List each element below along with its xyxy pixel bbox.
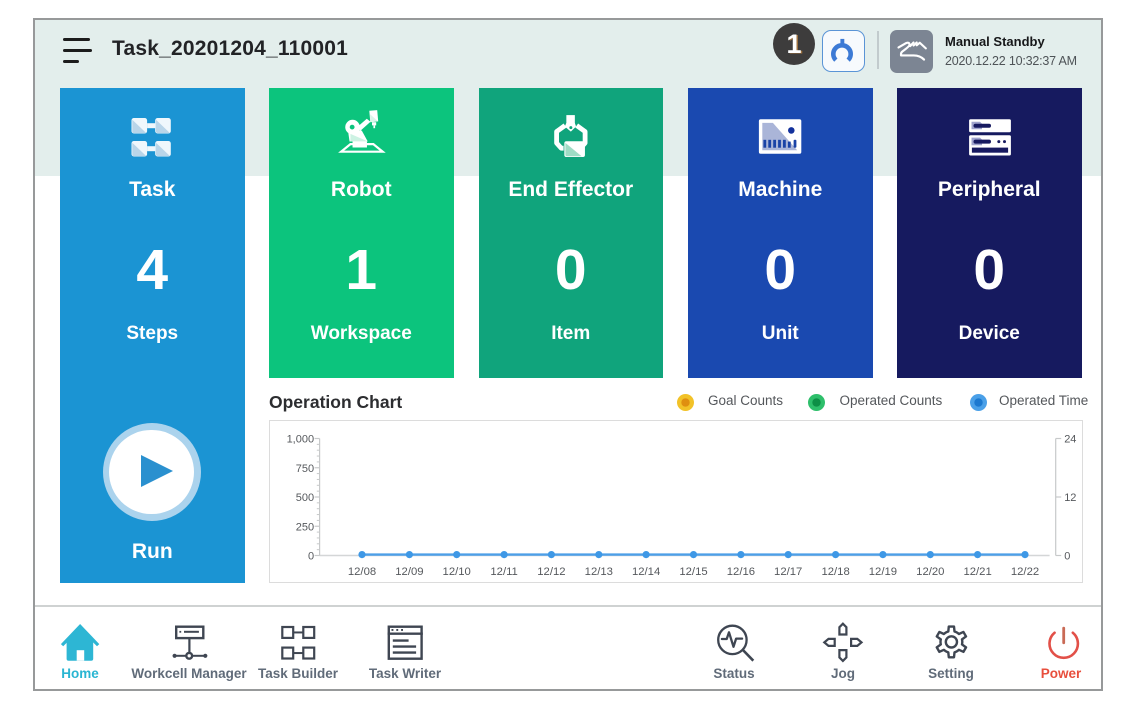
svg-text:12/16: 12/16 (727, 566, 755, 578)
svg-text:12/22: 12/22 (1011, 566, 1039, 578)
svg-text:250: 250 (296, 521, 314, 533)
svg-text:24: 24 (1064, 434, 1076, 446)
svg-text:12/11: 12/11 (490, 566, 517, 578)
svg-text:12/15: 12/15 (679, 566, 707, 578)
svg-text:500: 500 (296, 492, 314, 504)
svg-text:0: 0 (308, 551, 314, 563)
svg-text:12/20: 12/20 (916, 566, 944, 578)
svg-text:12: 12 (1064, 492, 1076, 504)
svg-text:12/18: 12/18 (821, 566, 849, 578)
svg-text:12/17: 12/17 (774, 566, 802, 578)
svg-text:0: 0 (1064, 551, 1070, 563)
svg-text:12/19: 12/19 (869, 566, 897, 578)
svg-text:1,000: 1,000 (287, 434, 315, 446)
svg-text:12/08: 12/08 (348, 566, 376, 578)
svg-text:12/12: 12/12 (537, 566, 565, 578)
svg-text:750: 750 (296, 463, 314, 475)
svg-text:12/14: 12/14 (632, 566, 660, 578)
svg-text:12/10: 12/10 (443, 566, 471, 578)
svg-text:12/09: 12/09 (395, 566, 423, 578)
svg-text:12/21: 12/21 (963, 566, 991, 578)
svg-text:12/13: 12/13 (585, 566, 613, 578)
